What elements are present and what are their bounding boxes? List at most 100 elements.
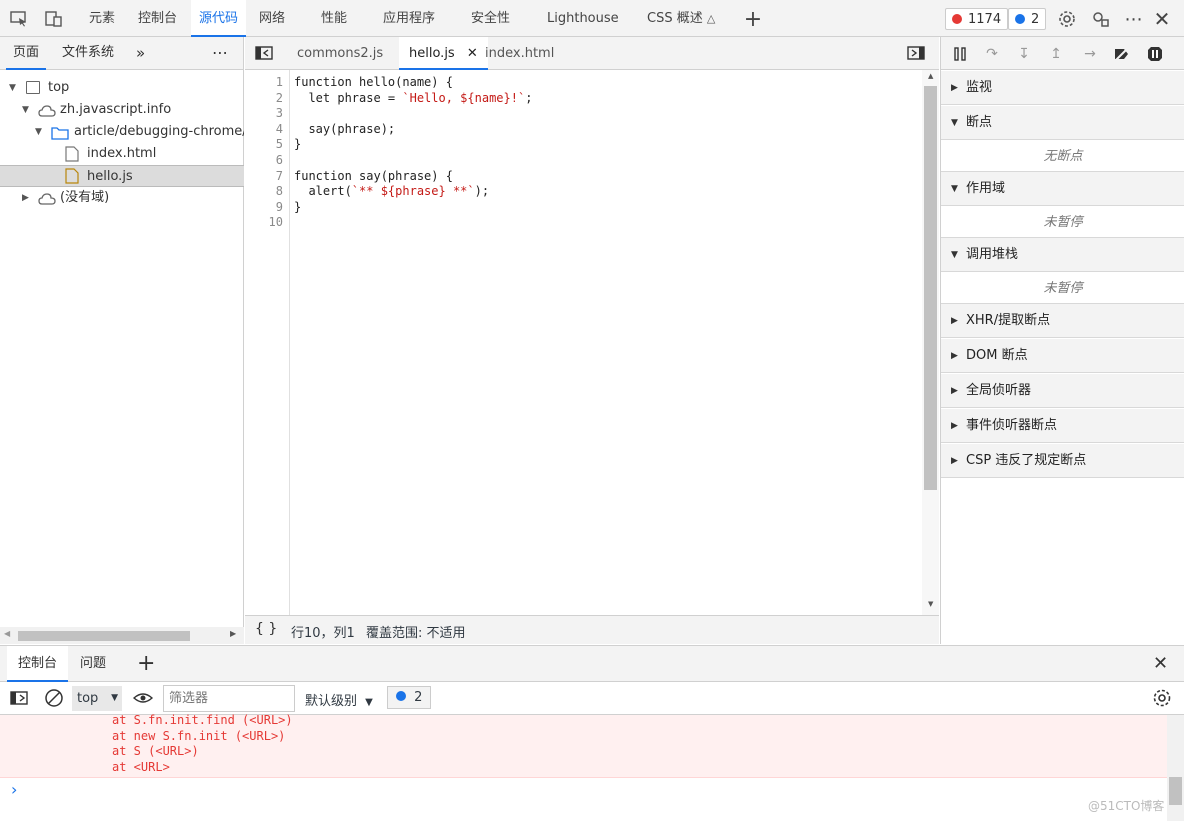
pane-header[interactable]: ▼ 调用堆栈 — [941, 238, 1184, 272]
tree-item-domain[interactable]: ▼ zh.javascript.info — [0, 99, 244, 121]
step-out-icon[interactable]: ↥ — [1046, 44, 1066, 64]
tab-filesystem[interactable]: 文件系统 — [62, 37, 114, 70]
scroll-down-icon[interactable]: ▼ — [928, 600, 933, 608]
pane-header[interactable]: ▶ DOM 断点 — [941, 339, 1184, 373]
toggle-navigator-icon[interactable] — [255, 45, 273, 65]
tab-application[interactable]: 应用程序 — [383, 0, 435, 37]
close-drawer-icon[interactable]: ✕ — [1153, 646, 1168, 682]
tab-performance[interactable]: 性能 — [321, 0, 347, 37]
tree-item-no-domain[interactable]: ▶ (没有域) — [0, 187, 244, 209]
pane-header[interactable]: ▶ 事件侦听器断点 — [941, 409, 1184, 443]
scroll-up-icon[interactable]: ▲ — [928, 72, 933, 80]
tree-item-top[interactable]: ▼ top — [0, 77, 244, 99]
pane-header[interactable]: ▼ 断点 — [941, 106, 1184, 140]
navigator-menu-icon[interactable]: ⋯ — [212, 37, 228, 70]
stack-trace-line: at new S.fn.init (<URL>) — [112, 728, 286, 743]
console-filter-input[interactable] — [163, 685, 295, 712]
line-number[interactable]: 8 — [253, 184, 283, 198]
pane-title: XHR/提取断点 — [966, 313, 1051, 328]
device-toolbar-icon[interactable] — [44, 9, 64, 29]
more-options-icon[interactable]: ⋯ — [1124, 9, 1144, 30]
scrollbar-thumb[interactable] — [924, 86, 937, 490]
console-issues-badge[interactable]: 2 — [387, 686, 432, 709]
pause-resume-icon[interactable] — [950, 44, 970, 64]
js-file-icon — [65, 166, 79, 186]
pane-header[interactable]: ▼ 作用域 — [941, 172, 1184, 206]
navigator-panel: 页面 文件系统 » ⋯ ▼ top ▼ zh.javascript.info ▼… — [0, 37, 244, 644]
editor-tab-commons2[interactable]: commons2.js — [297, 37, 383, 70]
folder-icon — [51, 121, 69, 143]
more-tabs-chevron-icon[interactable]: » — [136, 37, 145, 70]
inspect-element-icon[interactable] — [9, 9, 29, 29]
log-level-dropdown[interactable]: 默认级别 ▼ — [305, 690, 373, 709]
live-expression-eye-icon[interactable] — [132, 689, 154, 711]
step-over-icon[interactable]: ↷ — [982, 44, 1002, 64]
toggle-debugger-sidebar-icon[interactable] — [907, 45, 925, 65]
clear-console-icon[interactable] — [44, 688, 64, 712]
message-count-badge[interactable]: 2 — [1008, 8, 1047, 30]
tree-item-folder[interactable]: ▼ article/debugging-chrome/de — [0, 121, 244, 143]
line-number[interactable]: 10 — [253, 215, 283, 229]
navigator-horizontal-scrollbar[interactable]: ◀ ▶ — [0, 627, 244, 644]
collapsed-triangle-icon: ▶ — [951, 421, 958, 431]
more-tabs-plus-icon[interactable]: + — [743, 7, 763, 32]
line-number[interactable]: 5 — [253, 137, 283, 151]
pane-header[interactable]: ▶ 全局侦听器 — [941, 374, 1184, 408]
line-number[interactable]: 6 — [253, 153, 283, 167]
tab-elements[interactable]: 元素 — [89, 0, 115, 37]
close-devtools-icon[interactable]: ✕ — [1152, 7, 1172, 31]
debugger-toolbar: ↷ ↧ ↥ → — [941, 37, 1184, 70]
error-count-badge[interactable]: 1174 — [945, 8, 1009, 30]
tab-console[interactable]: 控制台 — [138, 0, 177, 37]
pause-on-exceptions-icon[interactable] — [1145, 44, 1165, 64]
watermark: @51CTO博客 — [1088, 799, 1165, 813]
code-token: say(phrase); — [294, 121, 396, 136]
settings-gear-icon[interactable] — [1057, 9, 1077, 29]
drawer-tab-console[interactable]: 控制台 — [7, 646, 69, 682]
expanded-triangle-icon: ▼ — [951, 250, 958, 260]
line-number[interactable]: 9 — [253, 200, 283, 214]
editor-vertical-scrollbar[interactable]: ▲ ▼ — [922, 70, 939, 615]
drawer-tab-issues[interactable]: 问题 — [80, 646, 106, 682]
pane-header[interactable]: ▶ CSP 违反了规定断点 — [941, 444, 1184, 478]
feedback-icon[interactable] — [1091, 9, 1111, 29]
tab-network[interactable]: 网络 — [259, 0, 285, 37]
line-number[interactable]: 4 — [253, 122, 283, 136]
editor-tab-index[interactable]: index.html — [485, 37, 554, 70]
console-settings-gear-icon[interactable] — [1152, 688, 1172, 712]
pretty-print-button[interactable]: { } — [255, 621, 277, 637]
tab-page[interactable]: 页面 — [6, 37, 47, 70]
line-number[interactable]: 3 — [253, 106, 283, 120]
scroll-right-icon[interactable]: ▶ — [230, 629, 236, 638]
dropdown-arrow-icon: ▼ — [111, 693, 118, 703]
tree-item-file[interactable]: index.html — [0, 143, 244, 165]
stack-trace-line: at S.fn.init.find (<URL>) — [112, 713, 293, 727]
scrollbar-thumb[interactable] — [1169, 777, 1182, 805]
console-prompt[interactable]: › — [11, 780, 17, 799]
message-count: 2 — [1031, 11, 1040, 27]
tree-item-file-selected[interactable]: hello.js — [0, 165, 244, 187]
step-into-icon[interactable]: ↧ — [1014, 44, 1034, 64]
tab-lighthouse[interactable]: Lighthouse — [547, 0, 619, 37]
scroll-left-icon[interactable]: ◀ — [4, 629, 10, 638]
pane-header[interactable]: ▶ XHR/提取断点 — [941, 304, 1184, 338]
line-number[interactable]: 2 — [253, 91, 283, 105]
context-selector[interactable]: top ▼ — [72, 686, 122, 711]
line-number[interactable]: 1 — [253, 75, 283, 89]
add-drawer-tab-icon[interactable]: + — [137, 646, 155, 682]
editor-tab-hello[interactable]: hello.js ✕ — [399, 37, 488, 70]
tab-security[interactable]: 安全性 — [471, 0, 510, 37]
step-icon[interactable]: → — [1080, 44, 1100, 64]
console-vertical-scrollbar[interactable] — [1167, 715, 1184, 821]
close-tab-icon[interactable]: ✕ — [467, 46, 478, 61]
message-icon — [396, 691, 406, 701]
pane-header[interactable]: ▶ 监视 — [941, 71, 1184, 105]
line-number[interactable]: 7 — [253, 169, 283, 183]
tab-css-overview[interactable]: CSS 概述 △ — [647, 0, 715, 37]
scrollbar-thumb[interactable] — [18, 631, 190, 641]
expanded-triangle-icon: ▼ — [951, 184, 958, 194]
tab-sources[interactable]: 源代码 — [191, 0, 247, 37]
deactivate-breakpoints-icon[interactable] — [1112, 44, 1132, 64]
show-console-sidebar-icon[interactable] — [10, 690, 28, 710]
console-drawer: 控制台 问题 + ✕ top ▼ 默认级别 ▼ 2 at S.fn.i — [0, 645, 1184, 821]
